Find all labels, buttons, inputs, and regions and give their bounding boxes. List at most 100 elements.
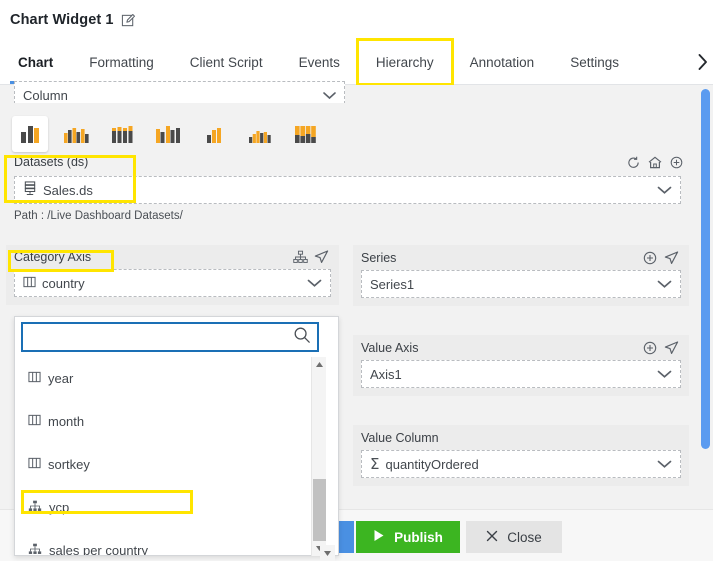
series-label: Series: [361, 251, 397, 265]
tab-events[interactable]: Events: [281, 40, 358, 84]
column-icon: [23, 276, 36, 291]
add-icon[interactable]: [643, 251, 657, 268]
column-chart-type[interactable]: [12, 116, 48, 152]
chevron-down-icon: [657, 277, 672, 292]
chevron-down-icon: [657, 367, 672, 382]
list-item[interactable]: ycp: [16, 486, 321, 529]
close-label: Close: [507, 529, 542, 545]
add-icon[interactable]: [670, 156, 683, 172]
dropdown-scroll-down-arrow[interactable]: [320, 545, 335, 561]
column-icon: [28, 414, 41, 429]
series-select[interactable]: Series1: [361, 270, 681, 298]
tab-label: Chart: [18, 54, 54, 70]
category-axis-header: Category Axis: [14, 250, 331, 269]
category-axis-panel: Category Axis country: [6, 245, 339, 305]
triangle-up-icon[interactable]: [312, 357, 326, 372]
scrollbar-thumb[interactable]: [701, 89, 710, 449]
search-icon[interactable]: [293, 326, 311, 349]
series-value: Series1: [370, 276, 415, 292]
send-arrow-icon[interactable]: [664, 341, 679, 358]
publish-button[interactable]: Publish: [356, 521, 460, 553]
sigma-sum-icon: Σ: [370, 454, 380, 473]
series-panel: Series Series1: [353, 245, 689, 306]
hierarchy-icon: [28, 500, 42, 515]
value-axis-label: Value Axis: [361, 341, 419, 355]
value-axis-actions: [643, 341, 679, 358]
value-axis-value: Axis1: [370, 366, 402, 382]
list-item-label: sortkey: [48, 457, 90, 472]
chart-type-select-wrapper: Column: [14, 81, 345, 103]
tab-label: Hierarchy: [375, 54, 434, 70]
publish-label: Publish: [394, 529, 443, 545]
value-column-label: Value Column: [361, 431, 439, 445]
value-column-value: quantityOrdered: [385, 456, 479, 472]
tab-bar: Chart Formatting Client Script Events Hi…: [0, 38, 713, 86]
datasets-section: Datasets (ds) Sales.ds Path: /Live Dash…: [0, 155, 713, 222]
dropdown-search-box[interactable]: [21, 322, 319, 352]
home-icon[interactable]: [648, 156, 662, 172]
tab-label: Formatting: [89, 54, 154, 70]
tab-formatting[interactable]: Formatting: [71, 40, 172, 84]
database-server-icon: [23, 181, 37, 199]
send-arrow-icon[interactable]: [664, 251, 679, 268]
datasets-actions: [627, 156, 683, 172]
category-axis-select[interactable]: country: [14, 269, 331, 297]
search-input[interactable]: [29, 325, 293, 349]
tab-client-script[interactable]: Client Script: [172, 40, 281, 84]
tab-annotation[interactable]: Annotation: [452, 40, 553, 84]
category-axis-actions: [293, 250, 329, 267]
tab-hierarchy[interactable]: Hierarchy: [355, 38, 454, 86]
chevron-down-icon: [657, 183, 672, 198]
category-axis-value: country: [42, 275, 85, 291]
x-icon: [486, 530, 498, 545]
list-item-label: year: [48, 371, 74, 386]
value-axis-select[interactable]: Axis1: [361, 360, 681, 388]
mini-column-chart-type[interactable]: [242, 116, 278, 152]
add-icon[interactable]: [643, 341, 657, 358]
page-scrollbar[interactable]: [701, 89, 710, 519]
list-item-label: month: [48, 414, 85, 429]
dataset-select[interactable]: Sales.ds: [14, 176, 681, 204]
column-icon: [28, 457, 41, 472]
dataset-path-label: Path : /Live Dashboard Datasets/: [14, 210, 183, 222]
value-axis-header: Value Axis: [361, 341, 681, 360]
category-axis-dropdown: year month sortkey ycp sales per country: [14, 316, 339, 556]
column-icon: [28, 371, 41, 386]
list-item[interactable]: sales per country: [16, 529, 321, 555]
chevron-right-icon[interactable]: [691, 40, 713, 84]
chevron-down-icon: [323, 88, 336, 103]
grouped-column-chart-type[interactable]: [150, 116, 186, 152]
tab-chart[interactable]: Chart: [0, 40, 71, 84]
list-item[interactable]: year: [16, 357, 321, 400]
tab-label: Client Script: [189, 54, 263, 70]
dropdown-list[interactable]: year month sortkey ycp sales per country: [16, 357, 321, 555]
list-item-label: sales per country: [49, 543, 148, 555]
chart-type-value: Column: [23, 87, 68, 103]
list-item[interactable]: sortkey: [16, 443, 321, 486]
send-arrow-icon[interactable]: [314, 250, 329, 267]
value-column-select[interactable]: Σ quantityOrdered: [361, 450, 681, 478]
hierarchy-icon: [28, 543, 42, 555]
datasets-header: Datasets (ds): [0, 155, 713, 175]
scrollbar-thumb[interactable]: [313, 479, 326, 541]
chart-type-select[interactable]: Column: [14, 81, 345, 103]
dropdown-scrollbar[interactable]: [311, 357, 326, 556]
editor-body: Column Datasets (ds) Sales.ds Path: /Li…: [0, 81, 713, 561]
titlebar: Chart Widget 1: [0, 0, 713, 40]
full-stacked-column-chart-type[interactable]: [288, 116, 324, 152]
refresh-icon[interactable]: [627, 156, 640, 172]
small-column-chart-type[interactable]: [196, 116, 232, 152]
datasets-label: Datasets (ds): [14, 155, 89, 169]
clustered-column-chart-type[interactable]: [58, 116, 94, 152]
chevron-down-icon: [657, 457, 672, 472]
tab-label: Events: [298, 54, 340, 70]
dataset-value: Sales.ds: [43, 182, 93, 198]
tab-settings[interactable]: Settings: [552, 40, 637, 84]
close-button[interactable]: Close: [466, 521, 562, 553]
tab-label: Annotation: [469, 54, 535, 70]
list-item[interactable]: month: [16, 400, 321, 443]
pencil-edit-icon[interactable]: [121, 13, 136, 28]
value-column-panel: Value Column Σ quantityOrdered: [353, 425, 689, 486]
hierarchy-icon[interactable]: [293, 250, 308, 267]
stacked-column-chart-type[interactable]: [104, 116, 140, 152]
